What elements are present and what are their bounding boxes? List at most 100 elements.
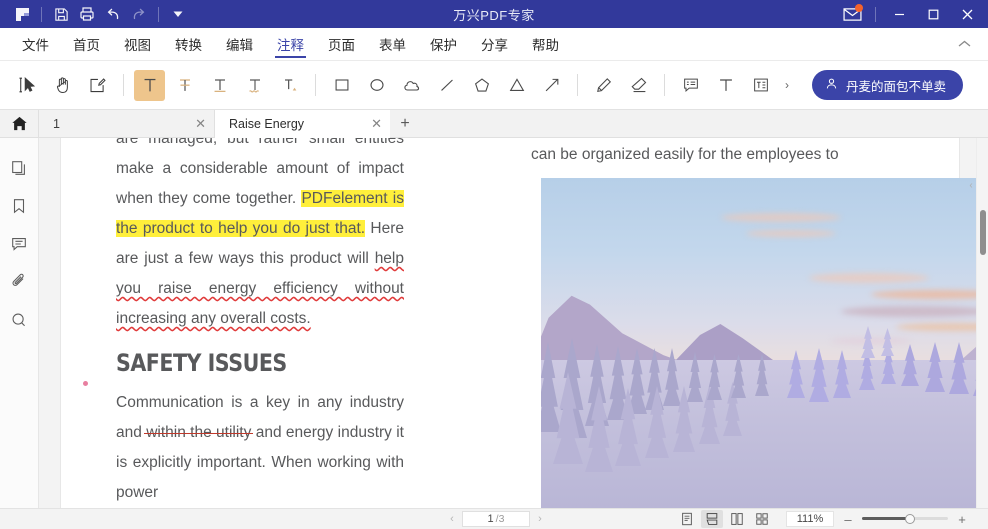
redo-icon[interactable] [126, 1, 152, 27]
ellipse-tool[interactable] [361, 70, 392, 101]
text-tool[interactable] [710, 70, 741, 101]
more-tools-chevron-icon[interactable]: › [778, 70, 796, 101]
arrow-tool[interactable] [536, 70, 567, 101]
divider [875, 6, 876, 22]
divider [577, 74, 578, 96]
zoom-in-button[interactable]: + [956, 512, 968, 527]
minimize-button[interactable] [882, 0, 916, 28]
divider [315, 74, 316, 96]
line-tool[interactable] [431, 70, 462, 101]
pdf-page: are managed, but rather small entities t… [61, 138, 988, 508]
person-icon [825, 77, 838, 93]
vertical-scrollbar[interactable] [976, 138, 988, 508]
thumbnails-icon[interactable] [6, 156, 32, 180]
maximize-button[interactable] [916, 0, 950, 28]
attachments-icon[interactable] [6, 270, 32, 294]
cloud-wisp [809, 273, 929, 283]
select-tool[interactable] [12, 70, 43, 101]
previous-page-button[interactable]: ‹ [444, 513, 460, 525]
tab-close-icon[interactable]: ✕ [195, 116, 206, 132]
next-page-button[interactable]: › [532, 513, 548, 525]
scrollbar-thumb[interactable] [980, 210, 986, 255]
annotation-toolbar: › 丹麦的面包不单卖 [0, 61, 988, 110]
menu-item-file[interactable]: 文件 [10, 28, 61, 61]
tab-close-icon[interactable]: ✕ [371, 116, 382, 132]
squiggly-tool[interactable] [239, 70, 270, 101]
current-page-value: 1 [487, 513, 494, 525]
zoom-level-input[interactable]: 111% [786, 511, 834, 527]
tab-raise-energy[interactable]: Raise Energy ✕ [214, 110, 390, 138]
two-page-view-button[interactable] [726, 510, 748, 528]
pencil-tool[interactable] [588, 70, 619, 101]
mail-icon[interactable] [835, 0, 869, 28]
page-right-column: can be organized easily for the employee… [531, 138, 988, 508]
menu-item-view[interactable]: 视图 [112, 28, 163, 61]
triangle-tool[interactable] [501, 70, 532, 101]
cloud-tool[interactable] [396, 70, 427, 101]
menu-item-share[interactable]: 分享 [469, 28, 520, 61]
menu-item-form[interactable]: 表单 [367, 28, 418, 61]
text-box-tool[interactable] [745, 70, 776, 101]
home-button[interactable] [0, 110, 38, 137]
menu-item-page[interactable]: 页面 [316, 28, 367, 61]
zoom-controls: 111% – + [786, 511, 968, 527]
strikethrough-tool[interactable] [169, 70, 200, 101]
struck-through-text[interactable]: within the utility [146, 424, 251, 441]
right-panel-collapse-chevron-icon[interactable]: ‹ [966, 170, 976, 200]
cloud-wisp [841, 306, 988, 317]
eraser-tool[interactable] [623, 70, 654, 101]
paragraph-safety: Communication is a key in any industry a… [116, 388, 404, 508]
search-icon[interactable] [6, 308, 32, 332]
menu-item-home[interactable]: 首页 [61, 28, 112, 61]
zoom-slider[interactable] [862, 513, 948, 524]
document-tab-bar: 1 ✕ Raise Energy ✕ + [0, 110, 988, 138]
undo-icon[interactable] [100, 1, 126, 27]
account-label: 丹麦的面包不单卖 [846, 79, 947, 94]
margin-annotation-marker[interactable] [83, 381, 88, 386]
menu-bar: 文件 首页 视图 转换 编辑 注释 页面 表单 保护 分享 帮助 [0, 28, 988, 61]
paragraph-intro: make a considerable amount of impact whe… [116, 154, 404, 334]
new-tab-button[interactable]: + [390, 110, 420, 137]
text-replace-tool[interactable] [274, 70, 305, 101]
page-left-column: are managed, but rather small entities t… [116, 138, 404, 508]
close-button[interactable] [950, 0, 988, 28]
tab-1[interactable]: 1 ✕ [38, 110, 214, 138]
page-number-input[interactable]: 1 /3 [462, 511, 530, 527]
hand-tool[interactable] [47, 70, 78, 101]
snowy-mountain-forest-photo [541, 178, 988, 508]
menu-item-convert[interactable]: 转换 [163, 28, 214, 61]
app-logo-icon [9, 1, 35, 27]
divider [123, 74, 124, 96]
tab-label: 1 [53, 117, 60, 131]
save-icon[interactable] [48, 1, 74, 27]
underline-tool[interactable] [204, 70, 235, 101]
rectangle-tool[interactable] [326, 70, 357, 101]
bookmark-icon[interactable] [6, 194, 32, 218]
comment-box-tool[interactable] [675, 70, 706, 101]
highlight-tool[interactable] [134, 69, 165, 101]
quick-access-toolbar [0, 0, 191, 28]
account-button[interactable]: 丹麦的面包不单卖 [812, 70, 964, 100]
divider [664, 74, 665, 96]
divider [158, 6, 159, 22]
pentagon-tool[interactable] [466, 70, 497, 101]
collapse-ribbon-icon[interactable] [957, 36, 972, 54]
tab-label: Raise Energy [229, 117, 305, 131]
menu-item-edit[interactable]: 编辑 [214, 28, 265, 61]
thumbnail-grid-view-button[interactable] [751, 510, 773, 528]
customize-toolbar-icon[interactable] [165, 1, 191, 27]
menu-item-help[interactable]: 帮助 [520, 28, 571, 61]
menu-item-comment[interactable]: 注释 [265, 28, 316, 61]
slider-knob[interactable] [905, 513, 915, 524]
zoom-out-button[interactable]: – [842, 512, 854, 527]
continuous-scroll-view-button[interactable] [701, 510, 723, 528]
note-tool[interactable] [82, 70, 113, 101]
status-bar: ‹ 1 /3 › 111% – + [0, 508, 988, 529]
menu-item-protect[interactable]: 保护 [418, 28, 469, 61]
comments-icon[interactable] [6, 232, 32, 256]
document-viewport[interactable]: are managed, but rather small entities t… [39, 138, 988, 508]
single-page-view-button[interactable] [676, 510, 698, 528]
print-icon[interactable] [74, 1, 100, 27]
section-heading: SAFETY ISSUES [116, 349, 287, 377]
title-bar: 万兴PDF专家 [0, 0, 988, 28]
